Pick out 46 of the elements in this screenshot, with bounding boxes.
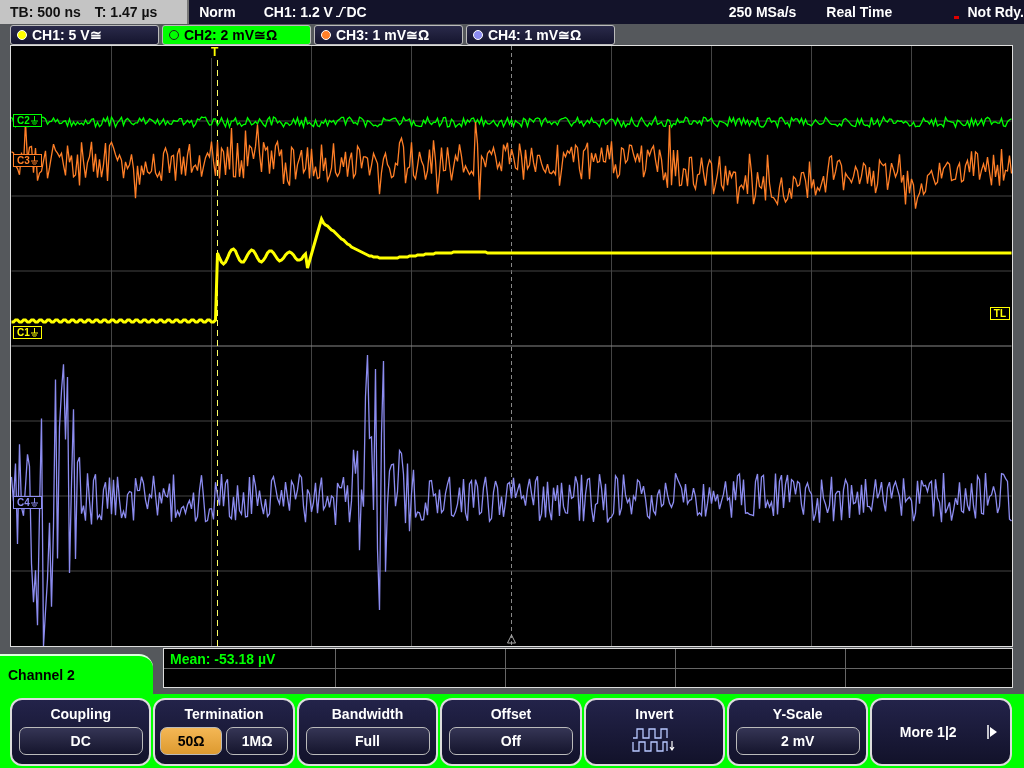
trigger-level-label[interactable]: TL	[989, 307, 1010, 320]
sample-rate-text: 250 MSa/s	[728, 4, 797, 20]
value-button[interactable]: 2 mV	[735, 727, 860, 755]
trace-label[interactable]: C1	[13, 326, 42, 339]
softkey-label: Coupling	[50, 706, 112, 722]
softkey-label: Termination	[184, 706, 264, 722]
softkey-label: Bandwidth	[331, 706, 404, 722]
channel-tab[interactable]: CH3: 1 mV≅Ω	[314, 24, 463, 45]
softkey-label: Invert	[635, 706, 674, 722]
acquisition-mode-text: Real Time	[826, 4, 893, 20]
value-button[interactable]: DC	[18, 727, 143, 755]
menu-title: Channel 2	[0, 654, 153, 694]
ground-icon	[30, 498, 38, 507]
trigger-mode-text: Norm	[199, 4, 236, 20]
ground-icon	[30, 156, 38, 165]
channel-tab-label: CH4: 1 mV≅Ω	[488, 26, 582, 43]
acquisition-state-text: Not Rdy.	[967, 4, 1024, 20]
ground-icon	[30, 116, 38, 125]
channel-tab-label: CH3: 1 mV≅Ω	[336, 26, 430, 43]
status-mark-icon	[954, 15, 960, 19]
channel-tab-label: CH2: 2 mV≅Ω	[184, 26, 278, 43]
channel-tab-label: CH1: 5 V≅	[32, 26, 102, 43]
next-arrow-icon	[986, 725, 997, 739]
value-button[interactable]: Off	[448, 727, 573, 755]
value-button[interactable]: Full	[305, 727, 430, 755]
softkey-label: Offset	[490, 706, 532, 722]
channel-tab[interactable]: CH2: 2 mV≅Ω	[162, 24, 311, 45]
timebase-text: TB: 500 ns	[10, 4, 81, 20]
trace-label[interactable]: C4	[13, 496, 42, 509]
softkey-label: Y-Scale	[772, 706, 823, 722]
more-button[interactable]: More 1|2	[870, 698, 1012, 766]
measurement-text: Mean: -53.18 µV	[170, 651, 276, 667]
ground-icon	[30, 328, 38, 337]
channel-tab[interactable]: CH4: 1 mV≅Ω	[466, 24, 615, 45]
option-button[interactable]: 1MΩ	[226, 727, 289, 755]
trigger-marker[interactable]: T	[209, 46, 221, 58]
trigger-time-text: T: 1.47 µs	[94, 4, 158, 20]
trace-label[interactable]: C2	[13, 114, 42, 127]
trigger-source-text: CH1: 1.2 V	[263, 4, 333, 20]
trigger-coupling-text: DC	[346, 4, 367, 20]
option-button[interactable]: 50Ω	[160, 727, 223, 755]
menu-softkey[interactable]: Invert	[583, 698, 726, 766]
channel-tab[interactable]: CH1: 5 V≅	[10, 24, 159, 45]
square-wave-icon	[632, 727, 677, 753]
center-marker-icon	[507, 634, 516, 644]
trace-label[interactable]: C3	[13, 154, 42, 167]
